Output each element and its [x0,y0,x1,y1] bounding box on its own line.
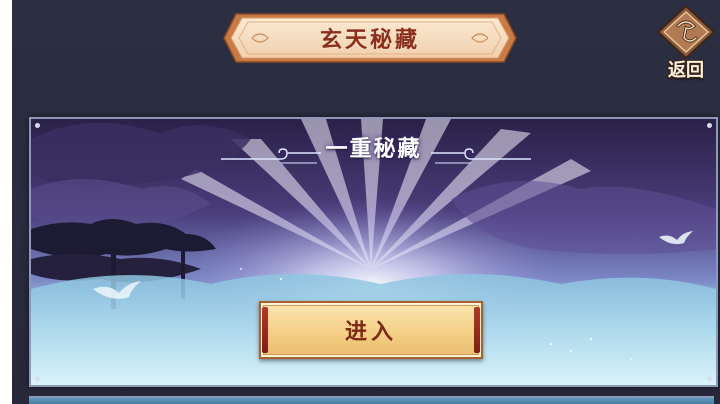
card-corner-rivet [35,376,40,381]
next-treasure-card-edge [29,396,714,404]
treasure-card: 一重秘藏 进入 [29,117,718,387]
back-button-label: 返回 [668,60,704,81]
page-title: 玄天秘藏 [319,27,420,53]
game-screen: 玄天秘藏 返回 一重秘藏 进入 [0,0,720,404]
card-corner-rivet [35,123,40,128]
card-corner-rivet [707,376,712,381]
title-plaque: 玄天秘藏 [222,12,518,64]
treasure-tier-title: 一重秘藏 [325,137,422,162]
screen-edge [0,0,12,404]
scroll-back-icon [656,4,716,60]
enter-button[interactable]: 进入 [259,301,483,359]
enter-button-label: 进入 [344,320,397,345]
back-button[interactable]: 返回 [654,4,718,82]
card-corner-rivet [707,123,712,128]
